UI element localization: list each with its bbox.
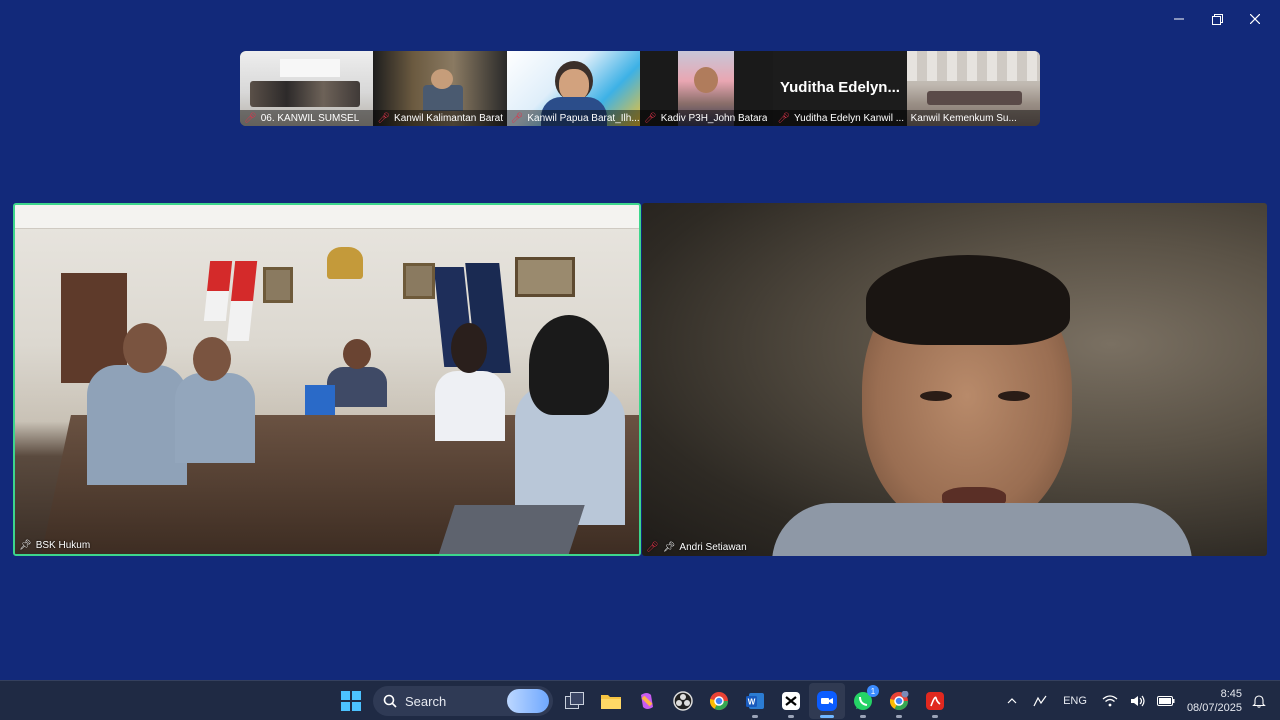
- mic-off-icon: 🎤︎: [244, 112, 257, 124]
- chevron-up-icon: [1007, 698, 1017, 704]
- windows-logo-icon: [341, 691, 361, 711]
- folder-icon: [601, 695, 621, 709]
- mic-off-icon: 🎤︎: [510, 112, 524, 124]
- task-view-button[interactable]: [557, 683, 593, 719]
- participant-thumbnail[interactable]: Kanwil Kemenkum Su...: [906, 51, 1040, 126]
- participant-strip: 🎤︎ 06. KANWIL SUMSEL 🎤︎ Kanwil Kalimanta…: [240, 51, 1040, 126]
- taskbar-apps: Search W 1: [333, 681, 953, 720]
- chrome-icon: [709, 692, 728, 711]
- system-tray: ENG 8:45 08/07/2025: [1001, 681, 1270, 720]
- volume-icon: [1130, 695, 1145, 707]
- participant-label: 🎤︎ Kanwil Kalimantan Barat: [373, 110, 507, 126]
- pin-icon: 📌︎: [19, 540, 32, 551]
- participant-thumbnail[interactable]: 🎤︎ Kanwil Kalimantan Barat: [373, 51, 507, 126]
- running-indicator: [788, 715, 794, 718]
- search-label: Search: [405, 693, 447, 709]
- participant-label: 🎤︎ 06. KANWIL SUMSEL: [240, 110, 374, 126]
- file-explorer-button[interactable]: [593, 683, 629, 719]
- wifi-icon: [1102, 695, 1118, 707]
- participant-thumbnail[interactable]: 🎤︎ Kadiv P3H_John Batara: [639, 51, 774, 126]
- clock-time: 8:45: [1220, 688, 1242, 700]
- participant-video: [642, 203, 1267, 556]
- running-indicator: [896, 715, 902, 718]
- participant-label: 🎤︎ Kanwil Papua Barat_Ilh...: [506, 110, 640, 126]
- task-view-icon: [565, 692, 584, 709]
- restore-icon: [1211, 13, 1223, 25]
- battery-button[interactable]: [1155, 690, 1177, 712]
- chrome-icon: [889, 691, 909, 711]
- restore-button[interactable]: [1198, 8, 1236, 30]
- participant-thumbnail[interactable]: 🎤︎ 06. KANWIL SUMSEL: [240, 51, 374, 126]
- acrobat-icon: [926, 692, 944, 710]
- video-tile-bsk-hukum[interactable]: 📌︎ BSK Hukum: [13, 203, 641, 556]
- acrobat-button[interactable]: [917, 683, 953, 719]
- start-button[interactable]: [333, 683, 369, 719]
- taskbar-search[interactable]: Search: [373, 686, 553, 716]
- participant-thumbnail[interactable]: 🎤︎ Kanwil Papua Barat_Ilh...: [506, 51, 640, 126]
- word-button[interactable]: W: [737, 683, 773, 719]
- running-indicator: [860, 715, 866, 718]
- notification-bell-icon: [1252, 695, 1266, 708]
- input-language[interactable]: ENG: [1063, 695, 1087, 707]
- taskbar-clock[interactable]: 8:45 08/07/2025: [1187, 687, 1242, 715]
- meeting-room-video: [15, 205, 639, 554]
- taskbar: Search W 1 ENG 8:45 08/07/2025: [0, 680, 1280, 720]
- capcut-button[interactable]: [773, 683, 809, 719]
- chrome-profile-button[interactable]: [881, 683, 917, 719]
- close-button[interactable]: [1236, 8, 1274, 30]
- pin-icon: 📌︎: [662, 542, 676, 553]
- whatsapp-button[interactable]: 1: [845, 683, 881, 719]
- capcut-icon: [782, 692, 800, 710]
- participant-label: 🎤︎ Yuditha Edelyn Kanwil ...: [773, 110, 907, 126]
- show-hidden-icons-button[interactable]: [1001, 690, 1023, 712]
- zoom-icon: [817, 691, 837, 711]
- chrome-button[interactable]: [701, 683, 737, 719]
- minimize-button[interactable]: [1160, 8, 1198, 30]
- mic-off-icon: 🎤︎: [377, 112, 391, 124]
- running-indicator: [752, 715, 758, 718]
- mic-off-icon: 🎤︎: [777, 112, 791, 124]
- copilot-icon: [641, 693, 653, 709]
- participant-name-tag: 📌︎ BSK Hukum: [19, 540, 91, 551]
- search-icon: [383, 694, 397, 708]
- mic-off-icon: 🎤︎: [643, 112, 657, 124]
- participant-thumbnail[interactable]: Yuditha Edelyn... 🎤︎ Yuditha Edelyn Kanw…: [773, 51, 907, 126]
- clock-date: 08/07/2025: [1186, 702, 1242, 714]
- running-indicator: [820, 715, 834, 718]
- pen-icon: [1033, 695, 1047, 707]
- volume-button[interactable]: [1127, 690, 1149, 712]
- svg-text:W: W: [748, 698, 756, 707]
- participant-label: Kanwil Kemenkum Su...: [906, 110, 1040, 126]
- search-highlight-icon: [507, 689, 549, 713]
- close-icon: [1250, 14, 1260, 24]
- battery-icon: [1156, 696, 1175, 706]
- zoom-button[interactable]: [809, 683, 845, 719]
- video-tile-andri-setiawan[interactable]: 🎤︎ 📌︎ Andri Setiawan: [642, 203, 1267, 556]
- word-icon: W: [746, 693, 764, 709]
- participant-name-tag: 🎤︎ 📌︎ Andri Setiawan: [646, 542, 747, 553]
- notification-badge: 1: [867, 685, 879, 697]
- copilot-button[interactable]: [629, 683, 665, 719]
- obs-icon: [673, 691, 693, 711]
- notifications-button[interactable]: [1248, 690, 1270, 712]
- running-indicator: [932, 715, 938, 718]
- obs-button[interactable]: [665, 683, 701, 719]
- mic-off-icon: 🎤︎: [646, 542, 659, 553]
- participant-display-name: Yuditha Edelyn...: [779, 79, 900, 96]
- minimize-icon: [1174, 18, 1184, 20]
- window-controls: [1160, 8, 1274, 30]
- participant-label: 🎤︎ Kadiv P3H_John Batara: [639, 110, 774, 126]
- pen-menu-button[interactable]: [1029, 690, 1051, 712]
- wifi-button[interactable]: [1099, 690, 1121, 712]
